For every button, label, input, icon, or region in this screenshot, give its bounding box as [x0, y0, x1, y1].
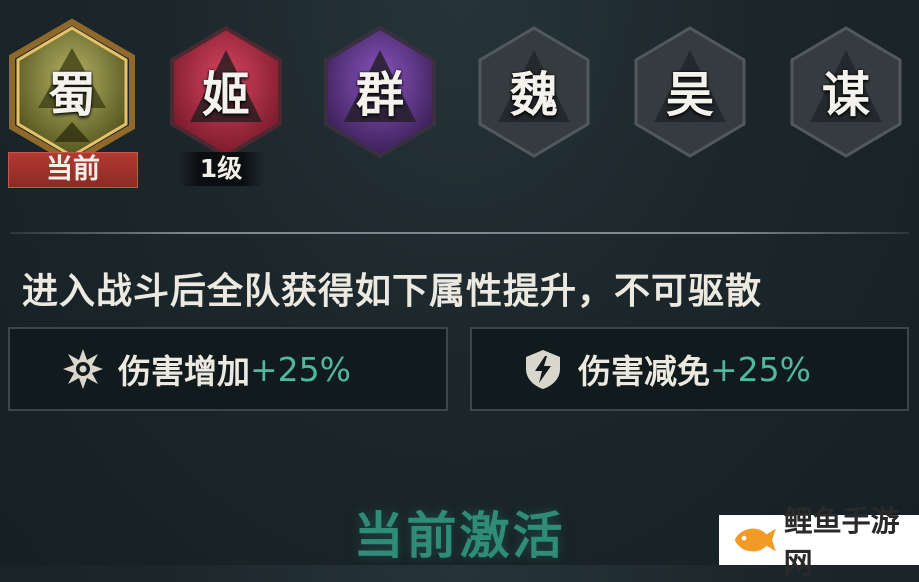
- faction-label: 姬: [201, 67, 250, 123]
- faction-label: 谋: [821, 67, 870, 123]
- stat-panel-damage-increase: 伤害增加 +25%: [8, 327, 448, 411]
- shield-lightning-icon: [522, 348, 564, 390]
- faction-level-tag: 1级: [178, 152, 264, 186]
- faction-label: 蜀: [47, 67, 96, 123]
- faction-badge-qun[interactable]: 群: [318, 22, 442, 162]
- current-faction-tag: 当前: [8, 152, 138, 188]
- stat-value: +25%: [250, 349, 351, 389]
- stat-value: +25%: [710, 349, 811, 389]
- faction-label: 吴: [665, 67, 714, 123]
- bonus-description: 进入战斗后全队获得如下属性提升，不可驱散: [22, 270, 763, 312]
- faction-label: 魏: [509, 67, 558, 123]
- faction-badge-row: 蜀 姬 群 魏 吴 谋 当前 1级: [0, 0, 919, 200]
- stat-panel-damage-reduction: 伤害减免 +25%: [470, 327, 909, 411]
- faction-badge-ji[interactable]: 姬: [164, 22, 288, 162]
- section-divider: [10, 232, 909, 234]
- faction-badge-wu[interactable]: 吴: [628, 22, 752, 162]
- stat-name: 伤害增加: [118, 352, 250, 391]
- watermark: 鲤鱼手游网: [719, 504, 919, 580]
- burst-icon: [62, 348, 104, 390]
- stat-name: 伤害减免: [578, 352, 710, 391]
- watermark-text: 鲤鱼手游网: [783, 504, 900, 580]
- fish-logo-icon: [734, 528, 776, 552]
- faction-label: 群: [355, 67, 404, 123]
- faction-badge-shu[interactable]: 蜀: [9, 18, 135, 166]
- faction-badge-wei[interactable]: 魏: [472, 22, 596, 162]
- faction-badge-mou[interactable]: 谋: [784, 22, 908, 162]
